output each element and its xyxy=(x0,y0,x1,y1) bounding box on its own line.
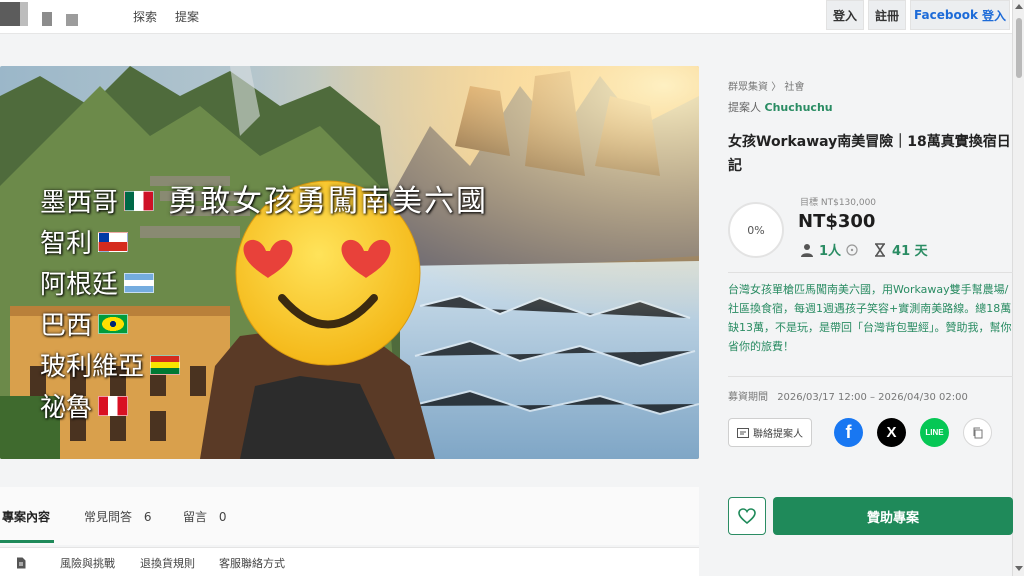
facebook-share-icon[interactable]: f xyxy=(834,418,863,447)
country-argentina: 阿根廷 xyxy=(40,264,155,301)
progress-percent: 0% xyxy=(747,223,765,237)
divider xyxy=(728,376,1013,377)
tab-project-content[interactable]: 專案內容 xyxy=(2,508,50,525)
nav-propose-link[interactable]: 提案 xyxy=(175,8,199,25)
breadcrumb-separator: 〉 xyxy=(771,82,782,93)
person-icon xyxy=(801,243,813,257)
tab-count: 6 xyxy=(143,510,152,524)
country-label: 玻利維亞 xyxy=(40,352,145,382)
facebook-label: Facebook xyxy=(914,8,978,22)
proposer-name-link[interactable]: Chuchuchu xyxy=(765,101,833,114)
project-cover-image: 勇敢女孩勇闖南美六國 墨西哥 智利 阿根廷 巴西 玻利維亞 祕魯 xyxy=(0,66,699,459)
customer-service-link[interactable]: 客服聯絡方式 xyxy=(219,555,285,571)
contact-label: 聯絡提案人 xyxy=(753,429,803,440)
period-label: 募資期間 xyxy=(728,392,768,403)
project-summary: 台灣女孩單槍匹馬闖南美六國，用Workaway雙手幫農場/社區換食宿，每週1週遇… xyxy=(728,283,1012,353)
facebook-login-label: 登入 xyxy=(981,8,1006,23)
tab-label: 專案內容 xyxy=(2,510,51,524)
info-icon[interactable] xyxy=(846,243,858,256)
proposer-line: 提案人 Chuchuchu xyxy=(728,99,833,115)
country-label: 智利 xyxy=(40,229,93,259)
tab-label: 留言 xyxy=(183,510,208,524)
country-mexico: 墨西哥 xyxy=(40,182,155,219)
heart-icon xyxy=(738,508,756,524)
line-share-icon[interactable]: LINE xyxy=(920,418,949,447)
cover-title: 勇敢女孩勇闖南美六國 xyxy=(168,184,488,219)
tab-faq[interactable]: 常見問答 6 xyxy=(84,508,151,525)
backer-stats: 1人 41 天 xyxy=(800,240,928,259)
country-bolivia: 玻利維亞 xyxy=(40,346,181,383)
country-label: 祕魯 xyxy=(40,393,93,423)
facebook-login-button[interactable]: Facebook 登入 xyxy=(910,0,1010,30)
scroll-down-arrow-icon[interactable] xyxy=(1015,566,1023,571)
backers-count: 1人 xyxy=(819,244,842,259)
tab-comments[interactable]: 留言 0 xyxy=(183,508,226,525)
proposer-prefix: 提案人 xyxy=(728,101,761,114)
mexico-flag-icon xyxy=(124,190,155,211)
country-chile: 智利 xyxy=(40,223,129,260)
country-label: 巴西 xyxy=(40,311,93,341)
x-share-icon[interactable]: X xyxy=(877,418,906,447)
top-navigation-bar: 探索 提案 登入 註冊 Facebook 登入 xyxy=(0,0,1024,34)
bolivia-flag-icon xyxy=(150,354,181,375)
nav-explore-link[interactable]: 探索 xyxy=(133,8,157,25)
active-tab-indicator xyxy=(0,540,54,543)
tab-count: 0 xyxy=(218,510,227,524)
raised-amount: NT$300 xyxy=(798,211,876,232)
risks-link[interactable]: 風險與挑戰 xyxy=(60,555,115,571)
chile-flag-icon xyxy=(98,231,129,252)
country-peru: 祕魯 xyxy=(40,387,129,424)
argentina-flag-icon xyxy=(124,272,155,293)
favorite-button[interactable] xyxy=(728,497,766,535)
back-project-button[interactable]: 贊助專案 xyxy=(773,497,1013,535)
breadcrumb-subcategory[interactable]: 社會 xyxy=(784,82,804,93)
period-dates: 2026/03/17 12:00 – 2026/04/30 02:00 xyxy=(777,392,968,403)
message-icon xyxy=(737,427,749,438)
category-breadcrumb: 群眾集資 〉 社會 xyxy=(728,78,804,93)
hourglass-icon xyxy=(875,242,886,257)
country-label: 墨西哥 xyxy=(40,188,119,218)
days-left: 41 天 xyxy=(892,244,928,259)
peru-flag-icon xyxy=(98,395,129,416)
divider xyxy=(728,272,1013,273)
login-button[interactable]: 登入 xyxy=(826,0,864,30)
country-brazil: 巴西 xyxy=(40,305,129,342)
contact-proposer-button[interactable]: 聯絡提案人 xyxy=(728,418,812,447)
project-title: 女孩Workaway南美冒險｜18萬真實換宿日記 xyxy=(728,134,1011,174)
scrollbar-thumb[interactable] xyxy=(1016,18,1022,78)
brazil-flag-icon xyxy=(98,313,129,334)
goal-amount: 目標 NT$130,000 xyxy=(800,198,877,208)
site-logo[interactable] xyxy=(0,2,78,26)
breadcrumb-category[interactable]: 群眾集資 xyxy=(728,82,768,93)
funding-period: 募資期間 2026/03/17 12:00 – 2026/04/30 02:00 xyxy=(728,388,968,403)
copy-link-icon[interactable] xyxy=(963,418,992,447)
progress-ring: 0% xyxy=(728,202,784,258)
scroll-up-arrow-icon[interactable] xyxy=(1015,4,1023,9)
tab-label: 常見問答 xyxy=(84,510,133,524)
refund-policy-link[interactable]: 退換貨規則 xyxy=(140,555,195,571)
register-button[interactable]: 註冊 xyxy=(868,0,906,30)
country-label: 阿根廷 xyxy=(40,270,119,300)
document-icon xyxy=(17,557,26,569)
